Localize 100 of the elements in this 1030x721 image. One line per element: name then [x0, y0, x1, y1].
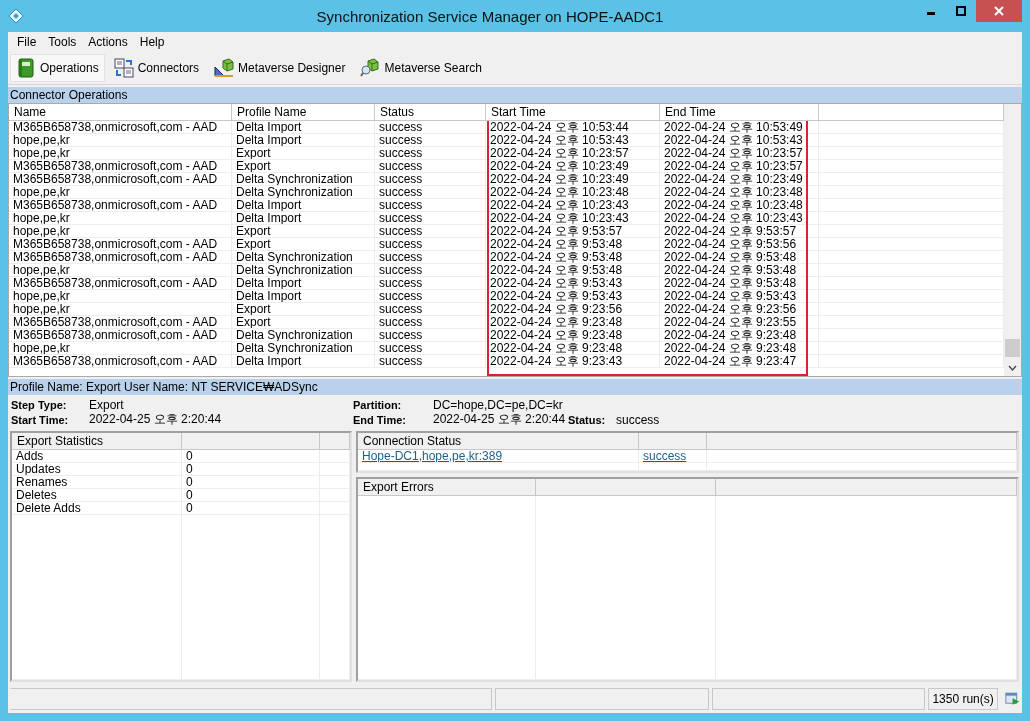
table-cell: hope,pe,kr	[13, 212, 70, 224]
table-cell: M365B658738,onmicrosoft,com - AAD	[13, 199, 218, 211]
table-cell: hope,pe,kr	[13, 186, 70, 198]
table-cell: hope,pe,kr	[13, 303, 70, 315]
table-cell: M365B658738,onmicrosoft,com - AAD	[13, 173, 218, 185]
table-cell: 0	[186, 476, 193, 488]
column-header[interactable]: Export Statistics	[12, 433, 182, 450]
table-cell: Delta Import	[236, 355, 302, 367]
table-cell: success	[379, 186, 423, 198]
table-cell: Export	[236, 303, 271, 315]
column-header[interactable]	[639, 433, 707, 450]
table-cell: 0	[186, 489, 193, 501]
table-cell: Delta Import	[236, 134, 302, 146]
field-value: 2022-04-25 오후 2:20:44	[89, 412, 223, 428]
table-cell: success	[379, 212, 423, 224]
table-cell: Delta Import	[236, 121, 302, 133]
table-cell: 2022-04-24 오후 10:23:48	[490, 186, 629, 198]
column-header[interactable]: Connection Status	[358, 433, 639, 450]
column-header[interactable]: End Time	[660, 104, 819, 121]
table-cell: success	[379, 316, 423, 328]
table-cell: M365B658738,onmicrosoft,com - AAD	[13, 121, 218, 133]
table-cell: Delta Import	[236, 277, 302, 289]
table-cell: 2022-04-24 오후 9:23:48	[490, 329, 623, 341]
table-cell: Deletes	[16, 489, 57, 501]
column-header[interactable]: Profile Name	[232, 104, 375, 121]
table-cell: 2022-04-24 오후 9:53:48	[664, 264, 797, 276]
table-cell: hope,pe,kr	[13, 342, 70, 354]
close-button[interactable]	[976, 0, 1022, 22]
column-header[interactable]	[536, 479, 716, 496]
table-cell: 2022-04-24 오후 9:53:48	[490, 251, 623, 263]
menu-item[interactable]: File	[11, 34, 43, 49]
table-cell: success	[379, 225, 423, 237]
column-header[interactable]: Name	[9, 104, 232, 121]
column-header[interactable]	[707, 433, 1017, 450]
table-cell: 0	[186, 463, 193, 475]
table-cell: 2022-04-24 오후 9:23:56	[664, 303, 797, 315]
column-header[interactable]	[182, 433, 320, 450]
menu-item[interactable]: Actions	[82, 34, 134, 49]
menu-item[interactable]: Tools	[42, 34, 83, 49]
table-cell: Export	[236, 238, 271, 250]
table-cell: Delta Import	[236, 212, 302, 224]
table-cell: 2022-04-24 오후 9:23:48	[490, 316, 623, 328]
field-value: DC=hope,DC=pe,DC=kr	[433, 397, 563, 412]
table-cell: Delta Synchronization	[236, 342, 353, 354]
table-cell: 2022-04-24 오후 10:23:57	[664, 160, 803, 172]
cube-ruler-icon	[214, 57, 235, 78]
run-count: 1350 run(s)	[928, 688, 998, 710]
column-header[interactable]: Status	[375, 104, 486, 121]
link[interactable]: success	[643, 450, 687, 462]
toolbar-button[interactable]: Metaverse Search	[354, 53, 488, 82]
table-cell: success	[379, 329, 423, 341]
field-value: success	[616, 412, 660, 427]
table-cell: 2022-04-24 오후 9:53:56	[664, 238, 797, 250]
scrollbar[interactable]	[1004, 104, 1021, 376]
table-cell: 2022-04-24 오후 10:23:57	[490, 147, 629, 159]
toolbar-button[interactable]: Connectors	[107, 53, 206, 82]
table-cell: Updates	[16, 463, 61, 475]
table-cell: success	[379, 277, 423, 289]
toolbar-button[interactable]: Operations	[10, 53, 105, 82]
table-cell: hope,pe,kr	[13, 134, 70, 146]
table-cell: 0	[186, 502, 193, 514]
table-cell: 2022-04-24 오후 9:23:47	[664, 355, 797, 367]
scrollbar-thumb[interactable]	[1005, 339, 1020, 357]
table-cell: 2022-04-24 오후 10:23:43	[664, 212, 803, 224]
table-cell: success	[379, 238, 423, 250]
table-cell: Delta Synchronization	[236, 186, 353, 198]
diamond-icon	[8, 8, 24, 24]
table-cell: Delta Synchronization	[236, 264, 353, 276]
table-cell: success	[379, 160, 423, 172]
close-icon	[994, 6, 1004, 16]
table-cell: 2022-04-24 오후 9:53:43	[664, 290, 797, 302]
table-cell: success	[379, 303, 423, 315]
column-header[interactable]	[320, 433, 350, 450]
table-cell: hope,pe,kr	[13, 225, 70, 237]
table-cell: 2022-04-24 오후 10:23:49	[664, 173, 803, 185]
column-header[interactable]	[716, 479, 1017, 496]
table-cell: success	[379, 147, 423, 159]
grid-arrows-icon	[113, 57, 134, 78]
table-cell: 2022-04-24 오후 9:53:48	[490, 264, 623, 276]
table-cell: success	[379, 173, 423, 185]
menu-item[interactable]: Help	[133, 34, 171, 49]
table-cell: 2022-04-24 오후 10:23:43	[490, 199, 629, 211]
column-header[interactable]: Start Time	[486, 104, 660, 121]
table-cell: Export	[236, 316, 271, 328]
link[interactable]: Hope-DC1,hope,pe,kr:389	[362, 450, 503, 462]
table-cell: 2022-04-24 오후 10:23:43	[490, 212, 629, 224]
field-label: Partition:	[353, 398, 403, 411]
table-cell: 2022-04-24 오후 9:53:48	[664, 251, 797, 263]
table-cell: 0	[186, 450, 193, 462]
table-cell: M365B658738,onmicrosoft,com - AAD	[13, 316, 218, 328]
table-cell: success	[379, 264, 423, 276]
table-cell: hope,pe,kr	[13, 290, 70, 302]
cube-magnifier-icon	[360, 57, 381, 78]
field-value: 2022-04-25 오후 2:20:44	[433, 412, 567, 428]
table-cell: hope,pe,kr	[13, 147, 70, 159]
table-cell: 2022-04-24 오후 9:23:55	[664, 316, 797, 328]
table-cell: success	[379, 342, 423, 354]
table-cell: 2022-04-24 오후 9:53:57	[664, 225, 797, 237]
toolbar-button[interactable]: Metaverse Designer	[208, 53, 352, 82]
column-header[interactable]: Export Errors	[358, 479, 536, 496]
